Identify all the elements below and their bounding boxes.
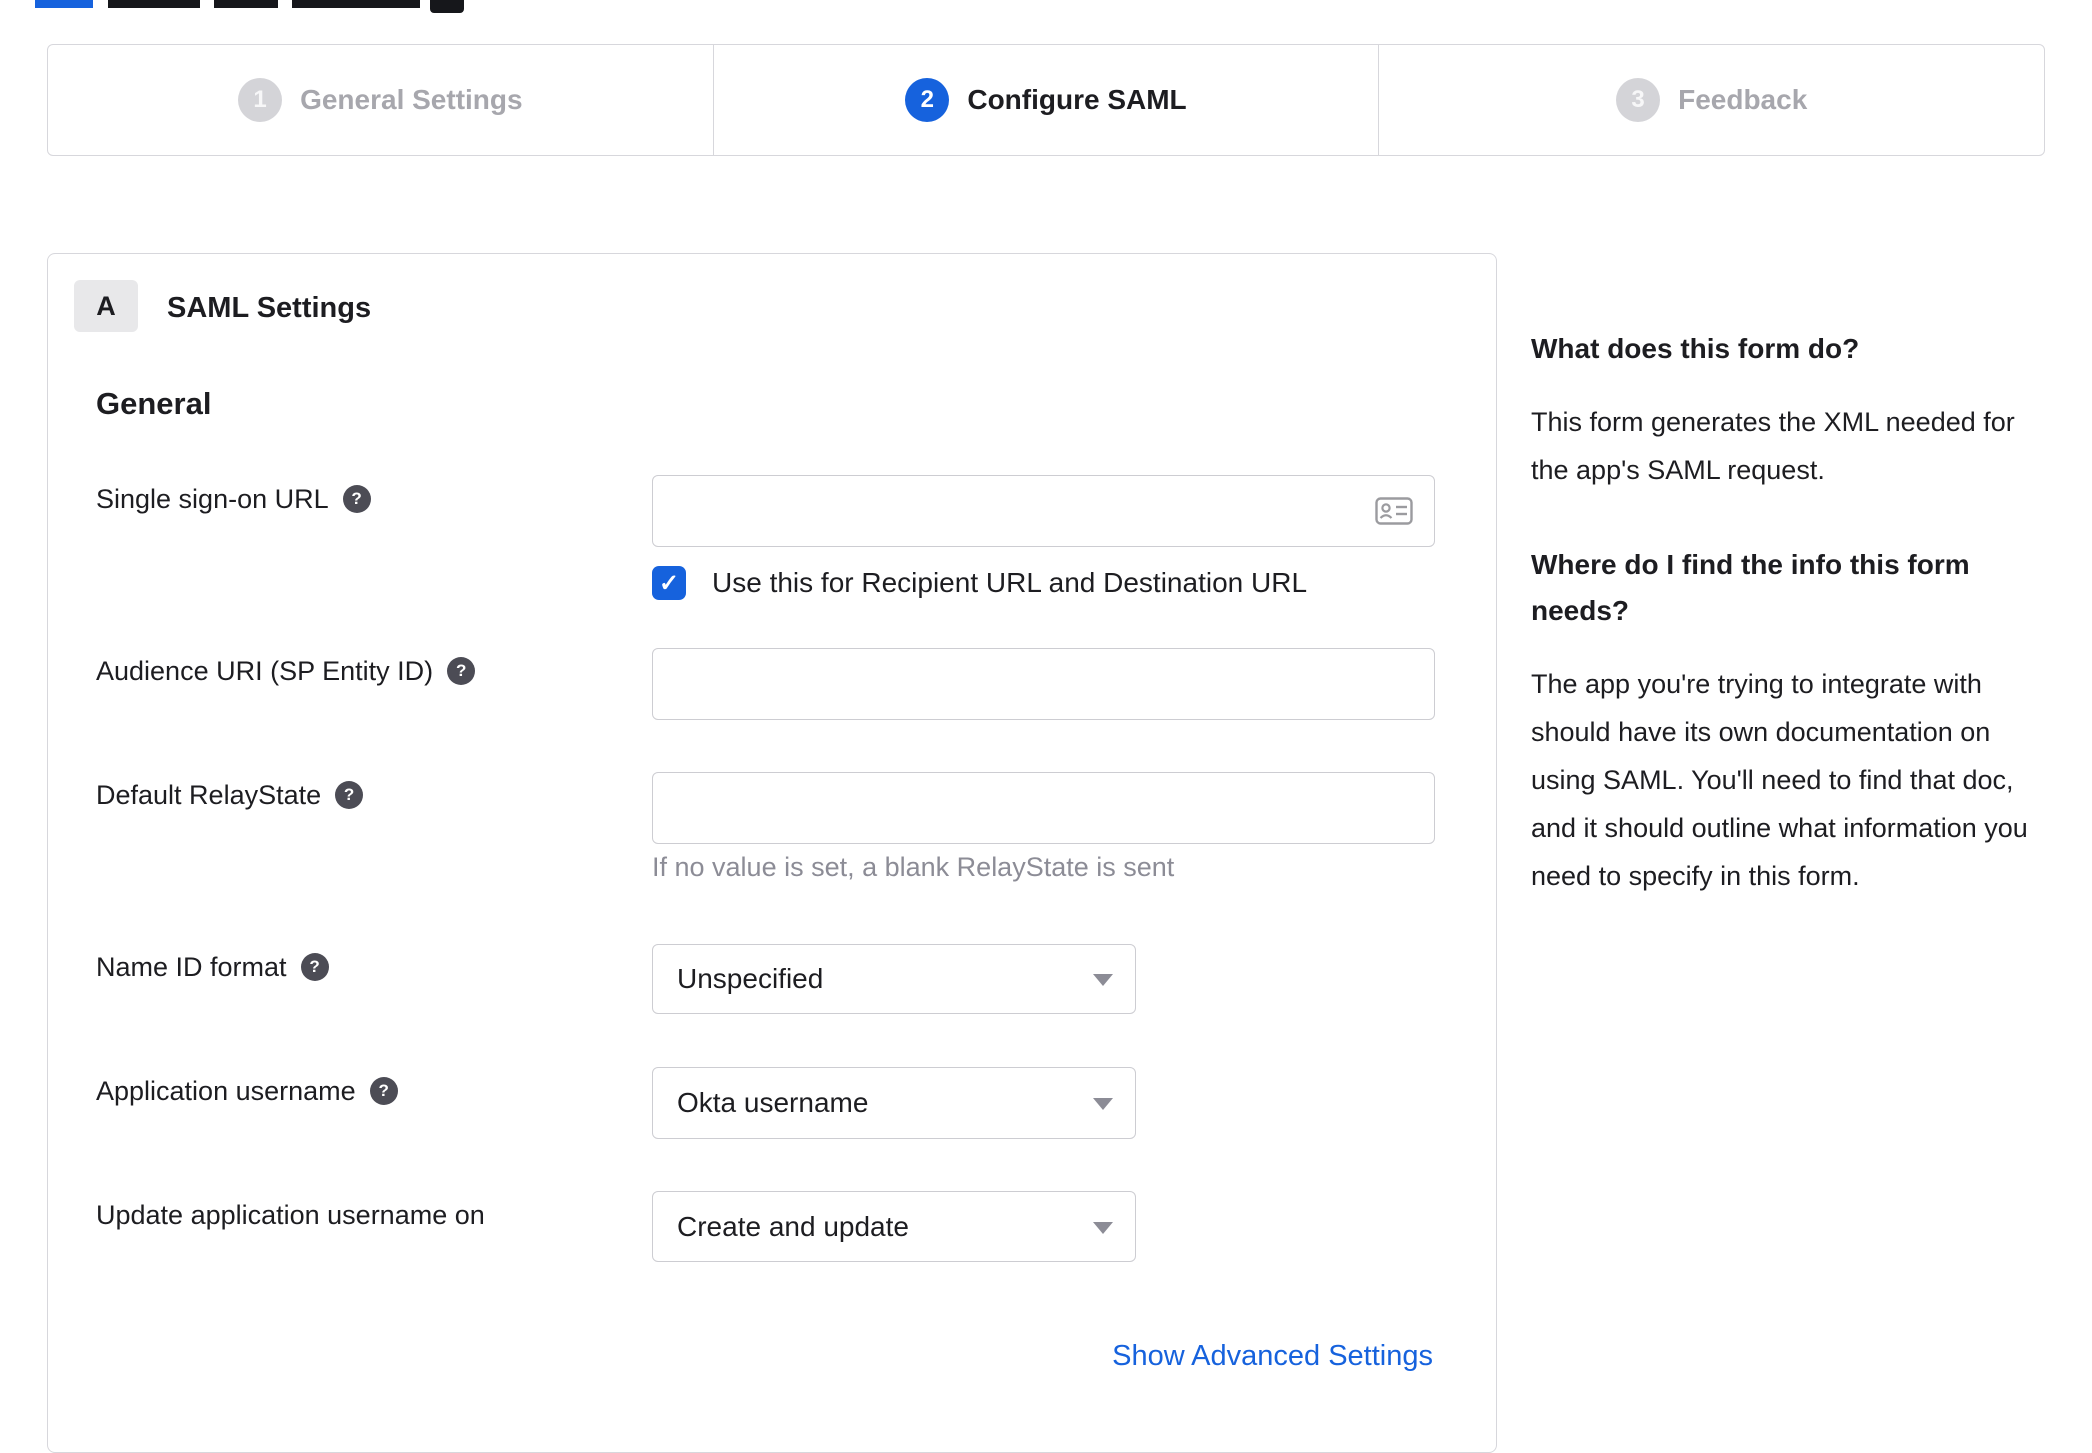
- sidebar-paragraph: This form generates the XML needed for t…: [1531, 407, 2015, 485]
- step-number-badge: 1: [238, 78, 283, 122]
- sso-url-label: Single sign-on URL ?: [96, 482, 371, 516]
- relaystate-hint: If no value is set, a blank RelayState i…: [652, 852, 1175, 882]
- application-username-select[interactable]: Okta username: [652, 1067, 1136, 1139]
- checkmark-icon: ✓: [658, 569, 680, 597]
- help-icon[interactable]: ?: [447, 657, 476, 685]
- default-relaystate-label: Default RelayState ?: [96, 778, 364, 812]
- step-label: Configure SAML: [967, 84, 1187, 115]
- help-sidebar: What does this form do? This form genera…: [1531, 326, 2037, 948]
- sso-url-input-wrap: [652, 475, 1435, 547]
- update-app-username-value: Create and update: [677, 1210, 909, 1242]
- name-id-format-label-text: Name ID format: [96, 951, 287, 982]
- recipient-url-checkbox-label: Use this for Recipient URL and Destinati…: [712, 567, 1308, 598]
- step-configure-saml[interactable]: 2 Configure SAML: [714, 45, 1380, 155]
- sidebar-heading: Where do I find the info this form needs…: [1531, 549, 1970, 626]
- update-app-username-label: Update application username on: [96, 1198, 485, 1232]
- step-label: General Settings: [300, 84, 523, 115]
- saml-settings-panel: A SAML Settings General Single sign-on U…: [47, 253, 1497, 1453]
- section-title: SAML Settings: [167, 292, 372, 324]
- recipient-url-checkbox-row: ✓ Use this for Recipient URL and Destina…: [652, 566, 1307, 600]
- name-id-format-label: Name ID format ?: [96, 950, 329, 984]
- name-id-format-value: Unspecified: [677, 963, 824, 994]
- sidebar-paragraph: The app you're trying to integrate with …: [1531, 669, 2028, 891]
- sso-url-label-text: Single sign-on URL: [96, 483, 329, 514]
- application-username-label: Application username ?: [96, 1074, 398, 1108]
- cropped-header-fragment: [214, 0, 278, 8]
- recipient-url-checkbox[interactable]: ✓: [652, 566, 686, 600]
- cropped-gear-icon: [430, 0, 464, 13]
- cropped-header-fragment: [35, 0, 93, 8]
- step-number-badge: 2: [905, 78, 950, 122]
- chevron-down-icon: [1093, 1098, 1113, 1110]
- audience-uri-label-text: Audience URI (SP Entity ID): [96, 655, 434, 686]
- help-icon[interactable]: ?: [342, 485, 371, 513]
- step-label: Feedback: [1678, 84, 1808, 115]
- name-id-format-select[interactable]: Unspecified: [652, 944, 1136, 1014]
- sidebar-heading: What does this form do?: [1531, 333, 1860, 364]
- show-advanced-settings-link[interactable]: Show Advanced Settings: [1112, 1340, 1433, 1373]
- help-icon[interactable]: ?: [335, 781, 364, 809]
- help-icon[interactable]: ?: [369, 1077, 398, 1105]
- audience-uri-input[interactable]: [652, 648, 1435, 720]
- update-app-username-label-text: Update application username on: [96, 1199, 485, 1230]
- update-app-username-select[interactable]: Create and update: [652, 1191, 1136, 1262]
- section-a-badge: A: [74, 280, 138, 332]
- chevron-down-icon: [1093, 1221, 1113, 1234]
- default-relaystate-label-text: Default RelayState: [96, 779, 322, 810]
- contact-card-icon: [1375, 497, 1413, 525]
- audience-uri-label: Audience URI (SP Entity ID) ?: [96, 654, 476, 688]
- chevron-down-icon: [1093, 974, 1113, 986]
- step-number-badge: 3: [1616, 78, 1661, 122]
- cropped-header-fragment: [108, 0, 200, 8]
- help-icon[interactable]: ?: [300, 953, 329, 981]
- step-feedback[interactable]: 3 Feedback: [1379, 45, 2044, 155]
- application-username-value: Okta username: [677, 1087, 869, 1118]
- default-relaystate-input[interactable]: [652, 772, 1435, 844]
- cropped-header-fragment: [292, 0, 420, 8]
- group-title-general: General: [96, 386, 212, 421]
- step-general-settings[interactable]: 1 General Settings: [48, 45, 714, 155]
- wizard-stepper: 1 General Settings 2 Configure SAML 3 Fe…: [47, 44, 2045, 156]
- application-username-label-text: Application username: [96, 1075, 356, 1106]
- sso-url-input[interactable]: [652, 475, 1435, 547]
